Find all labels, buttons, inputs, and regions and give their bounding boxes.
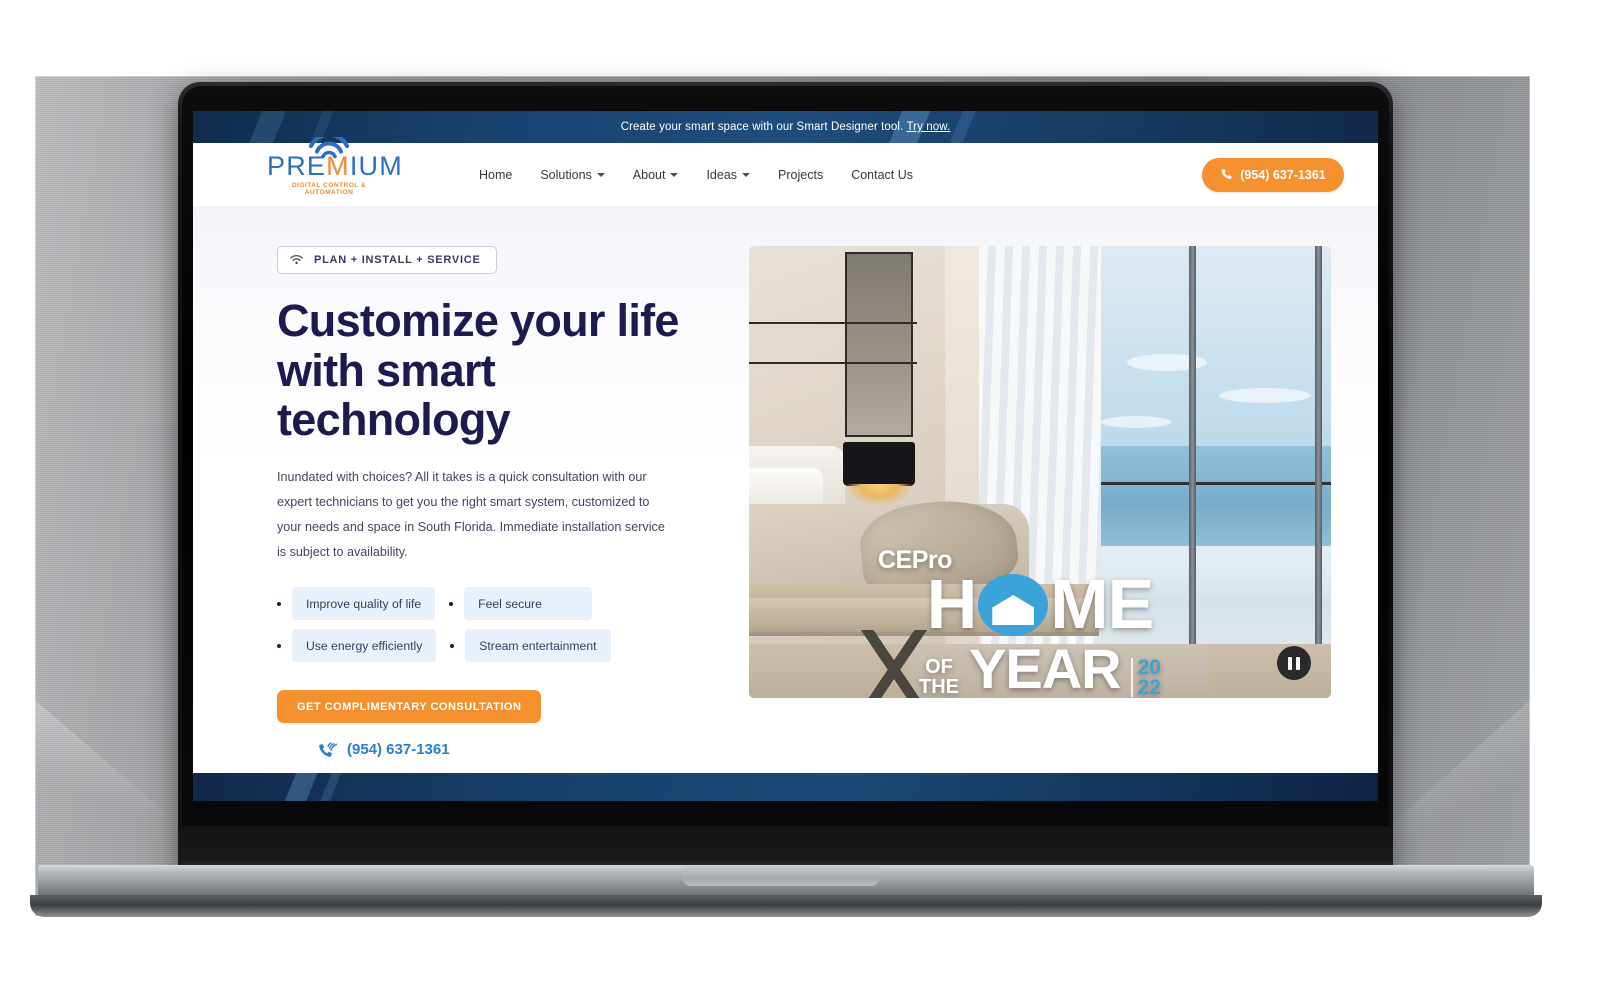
logo-word-ium: IUM — [349, 151, 403, 181]
chevron-down-icon — [670, 172, 679, 177]
screenshot-scene: Create your smart space with our Smart D… — [0, 0, 1600, 990]
award-home-row: H ME — [844, 569, 1236, 639]
video-balcony-rail — [1079, 482, 1331, 485]
nav-label: About — [632, 167, 666, 182]
video-ocean — [1079, 446, 1331, 546]
hero-content: PLAN + INSTALL + SERVICE Customize your … — [193, 246, 713, 773]
page-title: Customize your life with smart technolog… — [277, 296, 713, 445]
hero-video-player[interactable]: CEPro H ME OF THE YEAR 20 22 — [749, 246, 1331, 698]
pause-icon-bar — [1296, 656, 1300, 670]
video-window-mullion — [1315, 246, 1322, 650]
wifi-icon — [290, 255, 303, 265]
nav-item-contact-us[interactable]: Contact Us — [837, 162, 927, 188]
wifi-signal-icon — [308, 137, 350, 159]
nav-label: Ideas — [706, 167, 738, 182]
website-viewport: Create your smart space with our Smart D… — [193, 111, 1378, 801]
bullet-icon — [449, 601, 454, 606]
nav-label: Projects — [778, 167, 824, 182]
award-letters-me: ME — [1050, 565, 1154, 643]
laptop-base-notch — [682, 866, 880, 886]
site-logo[interactable]: PREMIUM DIGITAL CONTROL & AUTOMATION — [193, 137, 465, 196]
chevron-down-icon — [596, 172, 605, 177]
video-pause-button[interactable] — [1277, 646, 1311, 680]
nav-item-ideas[interactable]: Ideas — [692, 162, 764, 188]
bullet-icon — [450, 643, 455, 648]
benefit-row: Use energy efficiently Stream entertainm… — [277, 629, 713, 663]
hero-badge-label: PLAN + INSTALL + SERVICE — [314, 254, 481, 266]
award-year-word: YEAR — [969, 637, 1122, 698]
benefit-pill-improve-quality-of-life: Improve quality of life — [292, 587, 436, 621]
video-lamp-glow — [847, 484, 911, 506]
phone-icon — [1221, 169, 1232, 180]
laptop-base-front — [30, 895, 1542, 917]
logo-lockup: PREMIUM DIGITAL CONTROL & AUTOMATION — [267, 137, 402, 196]
phone-ringing-icon — [319, 742, 337, 758]
bullet-icon — [277, 601, 281, 606]
hero-media: CEPro H ME OF THE YEAR 20 22 — [713, 246, 1378, 773]
laptop-lid: Create your smart space with our Smart D… — [178, 82, 1393, 872]
video-wall-trim — [749, 322, 917, 324]
video-wall-art — [845, 252, 913, 437]
hero-section: PLAN + INSTALL + SERVICE Customize your … — [193, 206, 1378, 773]
site-header: PREMIUM DIGITAL CONTROL & AUTOMATION Hom… — [193, 137, 1378, 206]
video-award-overlay: CEPro H ME OF THE YEAR 20 22 — [844, 548, 1236, 698]
award-the: THE — [919, 676, 960, 698]
video-cloud — [1101, 416, 1171, 428]
logo-tagline: DIGITAL CONTROL & AUTOMATION — [291, 182, 367, 196]
laptop-mockup: Create your smart space with our Smart D… — [178, 82, 1393, 872]
benefit-row: Improve quality of life Feel secure — [277, 587, 713, 621]
hero-badge: PLAN + INSTALL + SERVICE — [277, 246, 497, 274]
announcement-try-now-link[interactable]: Try now. — [906, 121, 950, 133]
chevron-down-icon — [742, 172, 751, 177]
benefit-pill-feel-secure: Feel secure — [464, 587, 593, 621]
video-wall-trim — [749, 362, 917, 364]
announcement-banner[interactable]: Create your smart space with our Smart D… — [193, 111, 1378, 143]
nav-item-projects[interactable]: Projects — [764, 162, 837, 188]
award-year-bottom: 22 — [1137, 675, 1161, 698]
award-of-the: OF THE — [919, 657, 959, 697]
get-complimentary-consultation-button[interactable]: GET COMPLIMENTARY CONSULTATION — [277, 690, 542, 724]
nav-label: Home — [479, 167, 513, 182]
video-cloud — [1219, 388, 1311, 403]
hero-phone-link[interactable]: (954) 637-1361 — [277, 739, 713, 759]
headline-line-1: Customize your life — [277, 295, 679, 346]
nav-item-home[interactable]: Home — [465, 162, 526, 188]
nav-label: Solutions — [540, 167, 592, 182]
announcement-message: Create your smart space with our Smart D… — [620, 121, 904, 133]
announcement-text: Create your smart space with our Smart D… — [621, 121, 951, 133]
nav-item-about[interactable]: About — [619, 162, 693, 188]
laptop-screen: Create your smart space with our Smart D… — [193, 111, 1378, 801]
bullet-icon — [277, 643, 281, 648]
banner-stripe — [233, 111, 295, 143]
video-lamp-shade — [843, 442, 915, 486]
footer-stripe — [269, 773, 327, 801]
main-navigation: Home Solutions About Ideas Projects Cont… — [465, 162, 1202, 188]
benefit-pill-use-energy-efficiently: Use energy efficiently — [292, 629, 437, 663]
hero-phone-label: (954) 637-1361 — [347, 740, 450, 758]
award-bottom-row: OF THE YEAR 20 22 — [844, 637, 1236, 698]
header-phone-button[interactable]: (954) 637-1361 — [1202, 157, 1344, 192]
headline-line-3: technology — [277, 394, 511, 445]
headline-line-2: with smart — [277, 344, 496, 396]
header-phone-label: (954) 637-1361 — [1240, 167, 1326, 182]
nav-item-solutions[interactable]: Solutions — [526, 162, 618, 188]
award-dome-house-icon — [976, 569, 1050, 639]
nav-label: Contact Us — [851, 167, 914, 182]
award-of: OF — [925, 656, 953, 678]
award-letter-h: H — [926, 565, 978, 643]
award-year-number: 20 22 — [1130, 657, 1161, 698]
hero-benefits-list: Improve quality of life Feel secure Use … — [277, 587, 713, 663]
footer-strip — [193, 773, 1378, 801]
benefit-pill-stream-entertainment: Stream entertainment — [465, 629, 611, 663]
pause-icon-bar — [1288, 656, 1292, 670]
hero-paragraph: Inundated with choices? All it takes is … — [277, 469, 665, 560]
